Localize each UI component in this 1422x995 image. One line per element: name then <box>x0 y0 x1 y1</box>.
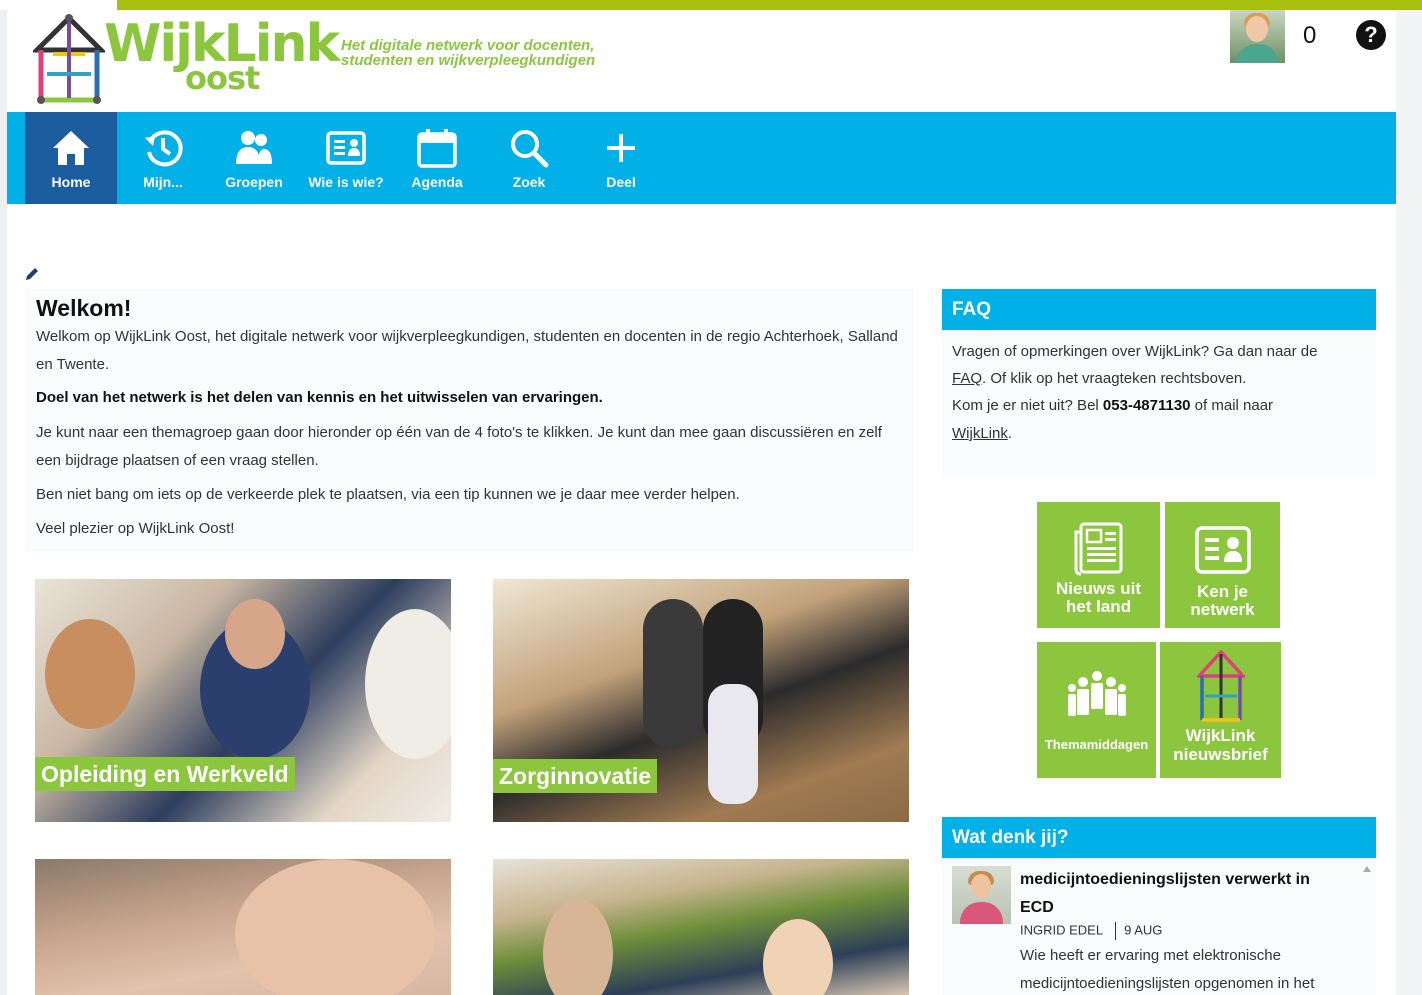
faq-link[interactable]: FAQ <box>952 370 982 387</box>
nav-item-label: Deel <box>606 174 636 190</box>
home-icon <box>53 131 89 165</box>
mail-link[interactable]: WijkLink <box>952 425 1008 442</box>
phone-number: 053-4871130 <box>1102 397 1191 414</box>
user-avatar[interactable] <box>1230 10 1285 63</box>
welcome-paragraph-tip: Ben niet bang om iets op de verkeerde pl… <box>36 486 740 503</box>
welcome-paragraph-closing: Veel plezier op WijkLink Oost! <box>36 520 235 537</box>
meta-divider <box>1115 922 1117 940</box>
photo-robot <box>708 684 758 804</box>
main-nav: Home Mijn... Groepen Wie is wie? Agenda … <box>7 112 1396 204</box>
quicklink-label: Nieuws uit <box>1055 579 1141 598</box>
nav-item-home[interactable]: Home <box>25 112 117 204</box>
nav-item-agenda[interactable]: Agenda <box>391 112 483 204</box>
quicklink-label: netwerk <box>1190 600 1255 619</box>
tile-label: Zorginnovatie <box>493 759 658 793</box>
nav-item-label: Wie is wie? <box>308 174 384 190</box>
nav-item-deel[interactable]: Deel <box>575 112 667 204</box>
theme-tile-zorginnovatie[interactable]: Zorginnovatie <box>493 579 909 822</box>
wijklink-logo-icon[interactable] <box>33 14 105 104</box>
post-author-avatar[interactable] <box>952 866 1011 924</box>
quicklink-label: Themamiddagen <box>1044 737 1149 752</box>
nav-item-label: Mijn... <box>143 174 183 190</box>
nav-item-wie-is-wie[interactable]: Wie is wie? <box>300 112 392 204</box>
id-card-icon <box>1195 526 1251 574</box>
quicklink-nieuwsbrief[interactable]: WijkLink nieuwsbrief <box>1160 642 1281 778</box>
people-icon <box>1068 671 1126 716</box>
post-scrollbar[interactable] <box>1358 858 1376 995</box>
photo-person <box>45 619 135 729</box>
welcome-title: Welkom! <box>36 295 132 321</box>
scroll-up-icon[interactable] <box>1363 866 1371 872</box>
quicklink-label: WijkLink <box>1185 726 1256 745</box>
photo-person <box>543 899 613 995</box>
id-card-icon <box>326 131 366 165</box>
nav-item-zoek[interactable]: Zoek <box>483 112 575 204</box>
right-gutter <box>1396 10 1422 995</box>
faq-header: FAQ <box>942 289 1376 330</box>
welcome-paragraph-intro: Welkom op WijkLink Oost, het digitale ne… <box>36 328 898 373</box>
site-header: WijkLink oost Het digitale netwerk voor … <box>7 10 1396 112</box>
tagline: Het digitale netwerk voor docenten, stud… <box>341 38 641 68</box>
quicklink-nieuws[interactable]: Nieuws uit het land <box>1037 502 1160 628</box>
nav-item-label: Home <box>51 174 91 190</box>
nav-item-groepen[interactable]: Groepen <box>208 112 300 204</box>
post-meta: INGRID EDEL 9 AUG <box>1020 922 1162 940</box>
theme-tile-opleiding[interactable]: Opleiding en Werkveld <box>35 579 451 822</box>
wijklink-logo-icon <box>1197 650 1245 722</box>
faq-title: FAQ <box>952 299 992 320</box>
nav-item-label: Agenda <box>411 174 463 190</box>
welcome-paragraph-instructions: Je kunt naar een themagroep gaan door hi… <box>36 424 882 469</box>
photo-person <box>643 599 703 749</box>
quicklink-ken-je-netwerk[interactable]: Ken je netwerk <box>1165 502 1280 628</box>
nav-item-label: Groepen <box>225 174 283 190</box>
welcome-paragraph-goal: Doel van het netwerk is het delen van ke… <box>36 389 603 406</box>
faq-line-4: WijkLink. <box>952 425 1013 442</box>
post-title[interactable]: medicijntoedieningslijsten verwerkt in E… <box>1020 866 1340 922</box>
tagline-line-2: studenten en wijkverpleegkundigen <box>341 52 596 69</box>
search-icon <box>511 130 549 168</box>
quicklink-themamiddagen[interactable]: Themamiddagen <box>1037 642 1156 778</box>
post-date: 9 AUG <box>1124 922 1163 938</box>
nav-item-label: Zoek <box>512 174 546 190</box>
theme-tile-3[interactable] <box>35 859 451 995</box>
faq-body: Vragen of opmerkingen over WijkLink? Ga … <box>942 330 1376 476</box>
theme-tile-4[interactable] <box>493 859 909 995</box>
help-icon[interactable]: ? <box>1356 20 1386 50</box>
tagline-line-1: Het digitale netwerk voor docenten, <box>341 37 595 54</box>
photo-person <box>225 599 285 669</box>
edit-pencil-icon[interactable] <box>24 266 40 282</box>
photo-person <box>235 859 435 995</box>
wat-denk-jij-body: medicijntoedieningslijsten verwerkt in E… <box>942 858 1376 995</box>
plus-icon <box>607 134 635 162</box>
faq-line-1: Vragen of opmerkingen over WijkLink? Ga … <box>952 343 1318 360</box>
group-icon <box>236 131 272 164</box>
history-icon <box>145 130 183 167</box>
wat-denk-jij-header: Wat denk jij? <box>942 817 1376 858</box>
newspaper-icon <box>1074 522 1123 576</box>
quicklink-label: nieuwsbrief <box>1173 745 1268 764</box>
tile-label: Opleiding en Werkveld <box>35 757 295 791</box>
top-accent-bar <box>117 0 1422 10</box>
notification-count[interactable]: 0 <box>1303 22 1327 50</box>
nav-item-mijn[interactable]: Mijn... <box>117 112 209 204</box>
left-gutter <box>0 0 7 995</box>
calendar-icon <box>417 129 457 168</box>
photo-person <box>763 919 833 995</box>
post-author[interactable]: INGRID EDEL <box>1020 922 1103 937</box>
top-strip <box>0 0 1422 10</box>
faq-line-3: Kom je er niet uit? Bel 053-4871130 of m… <box>952 397 1274 414</box>
photo-person <box>365 609 451 759</box>
welcome-box: Welkom! Welkom op WijkLink Oost, het dig… <box>26 289 914 551</box>
post-excerpt: Wie heeft er ervaring met elektronische … <box>1020 947 1315 992</box>
quicklink-label: Ken je <box>1196 582 1249 601</box>
wat-denk-jij-title: Wat denk jij? <box>952 827 1069 848</box>
quicklink-label: het land <box>1065 597 1132 616</box>
logo-subtitle[interactable]: oost <box>185 62 260 94</box>
faq-line-2: FAQ. Of klik op het vraagteken rechtsbov… <box>952 370 1247 387</box>
